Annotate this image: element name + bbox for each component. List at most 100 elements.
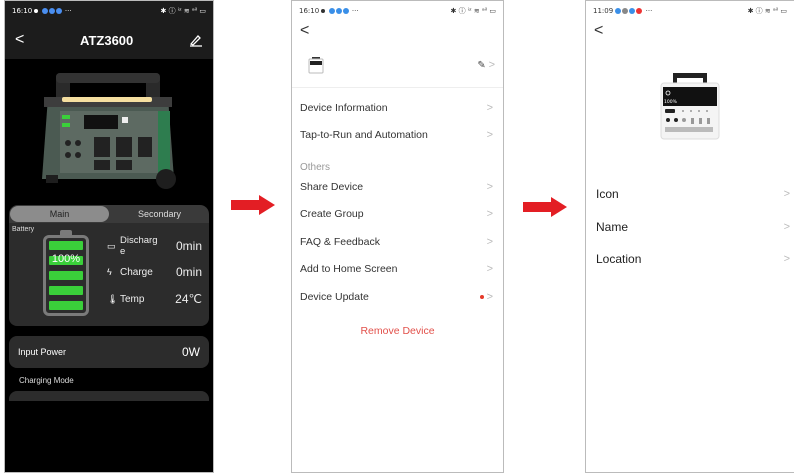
stat-charge: ϟ Charge 0min [107,265,202,279]
menu-add-home-screen[interactable]: Add to Home Screen > [292,256,503,284]
battery-segment [49,241,83,250]
right-arrow-icon [523,197,567,217]
menu-label: Share Device [300,180,364,193]
battery-percent: 100% [51,253,81,265]
chevron-right-icon: > [486,180,493,193]
device-settings-screen: 16:10 ··· ✱ ⓘ ⁱᶻ ≋ ᵃⁱˡ ▭ < ✎ > Device In… [291,0,504,473]
menu-label: Create Group [300,208,364,221]
notification-icon [615,8,622,14]
status-time: 16:10 [12,7,33,15]
battery-segment [49,271,83,280]
update-badge-dot [479,294,484,299]
chevron-right-icon: > [783,188,790,201]
chevron-right-icon: > [486,290,493,303]
battery-panel: Battery 100% ▭ Discharge 0min ϟ Charge 0… [9,223,209,326]
status-bar: 16:10 ··· ✱ ⓘ ⁱᶻ ≋ ᵃⁱˡ ▭ [5,1,213,21]
header: < ATZ3600 [5,21,213,59]
notification-icon [335,8,342,14]
notification-icon [629,8,636,14]
menu-create-group[interactable]: Create Group > [292,201,503,229]
back-arrow-icon[interactable]: < [586,21,794,43]
chevron-right-icon: > [486,235,493,248]
device-edit-screen: 11:09 ··· ✱ ⓘ ≋ ᵃⁱˡ ▭ < 100% Icon > Name >… [585,0,794,473]
status-icons: ✱ ⓘ ≋ ᵃⁱˡ ▭ [747,7,787,15]
battery-icon: ▭ [107,240,116,251]
status-bar: 16:10 ··· ✱ ⓘ ⁱᶻ ≋ ᵃⁱˡ ▭ [299,7,496,15]
back-arrow-icon[interactable]: < [292,21,503,43]
stat-value: 0min [175,265,202,279]
status-time: 11:09 [593,7,614,15]
chevron-right-icon: > [486,101,493,114]
input-power-value: 0W [182,345,200,359]
tab-main[interactable]: Main [10,206,109,222]
section-others: Others [300,162,331,173]
notification-icon [636,8,643,14]
notification-icon [41,8,48,14]
battery-segment [49,286,83,295]
device-icon-preview: 100% [586,43,794,168]
stat-label: Charge [120,266,153,278]
input-power-label: Input Power [18,347,67,357]
stat-temp: 🌡 Temp 24℃ [107,292,202,306]
device-main-screen: 16:10 ··· ✱ ⓘ ⁱᶻ ≋ ᵃⁱˡ ▭ < ATZ3600 Main … [4,0,214,473]
battery-gauge: 100% [43,230,89,316]
notification-icon [48,8,55,14]
right-arrow-icon [231,195,275,215]
device-thumbnail-icon [308,57,324,74]
menu-label: Add to Home Screen [300,263,398,276]
notification-icon [321,9,326,13]
lightning-icon: ϟ [107,267,112,277]
status-icons: ✱ ⓘ ⁱᶻ ≋ ᵃⁱˡ ▭ [450,7,496,15]
chevron-right-icon: > [783,220,790,233]
notification-icon [328,8,335,14]
chevron-right-icon: > [783,253,790,266]
edit-icon[interactable] [189,33,203,47]
battery-label: Battery [12,226,35,233]
menu-label: Device Information [300,101,388,114]
stat-value: 24℃ [175,292,202,306]
remove-device-button[interactable]: Remove Device [292,325,503,337]
input-power-row: Input Power 0W [9,336,209,368]
edit-name-row[interactable]: Name > [586,211,794,244]
edit-location-row[interactable]: Location > [586,243,794,276]
row-label: Icon [596,187,619,202]
menu-tap-to-run[interactable]: Tap-to-Run and Automation > [292,122,503,150]
row-label: Name [596,219,629,234]
battery-segment [49,301,83,310]
edit-icon-row[interactable]: Icon > [586,178,794,211]
menu-label: FAQ & Feedback [300,235,380,248]
notification-icon [622,8,629,14]
device-image [5,59,213,205]
charging-mode-panel [9,391,209,401]
power-station-image [42,73,176,189]
edit-icon[interactable]: ✎ > [477,59,495,71]
notification-icon [55,8,62,14]
menu-label: Device Update [300,290,369,303]
stat-value: 0min [175,239,202,253]
device-screen-text: 100% [664,99,678,105]
chevron-right-icon: > [486,208,493,221]
chevron-right-icon: > [486,263,493,276]
menu-device-information[interactable]: Device Information > [292,94,503,122]
stat-label: Temp [120,293,145,305]
menu-faq-feedback[interactable]: FAQ & Feedback > [292,228,503,256]
charging-mode-label: Charging Mode [19,376,74,385]
status-bar: 11:09 ··· ✱ ⓘ ≋ ᵃⁱˡ ▭ [593,7,787,15]
page-title: ATZ3600 [80,32,134,48]
menu-device-update[interactable]: Device Update > [292,283,503,311]
device-header-row[interactable]: ✎ > [292,43,503,88]
chevron-right-icon: > [486,129,493,142]
notification-icon [342,8,349,14]
stat-discharge: ▭ Discharge 0min [107,235,202,257]
menu-label: Tap-to-Run and Automation [300,129,428,142]
status-icons: ✱ ⓘ ⁱᶻ ≋ ᵃⁱˡ ▭ [160,7,206,15]
menu-share-device[interactable]: Share Device > [292,173,503,201]
back-arrow-icon[interactable]: < [15,31,24,49]
status-time: 16:10 [299,7,320,15]
thermometer-icon: 🌡 [107,293,119,304]
stat-label: Discharge [120,235,158,257]
tab-bar: Main Secondary [9,205,209,223]
row-label: Location [596,252,642,267]
tab-secondary[interactable]: Secondary [110,209,209,219]
notification-icon [34,9,39,13]
